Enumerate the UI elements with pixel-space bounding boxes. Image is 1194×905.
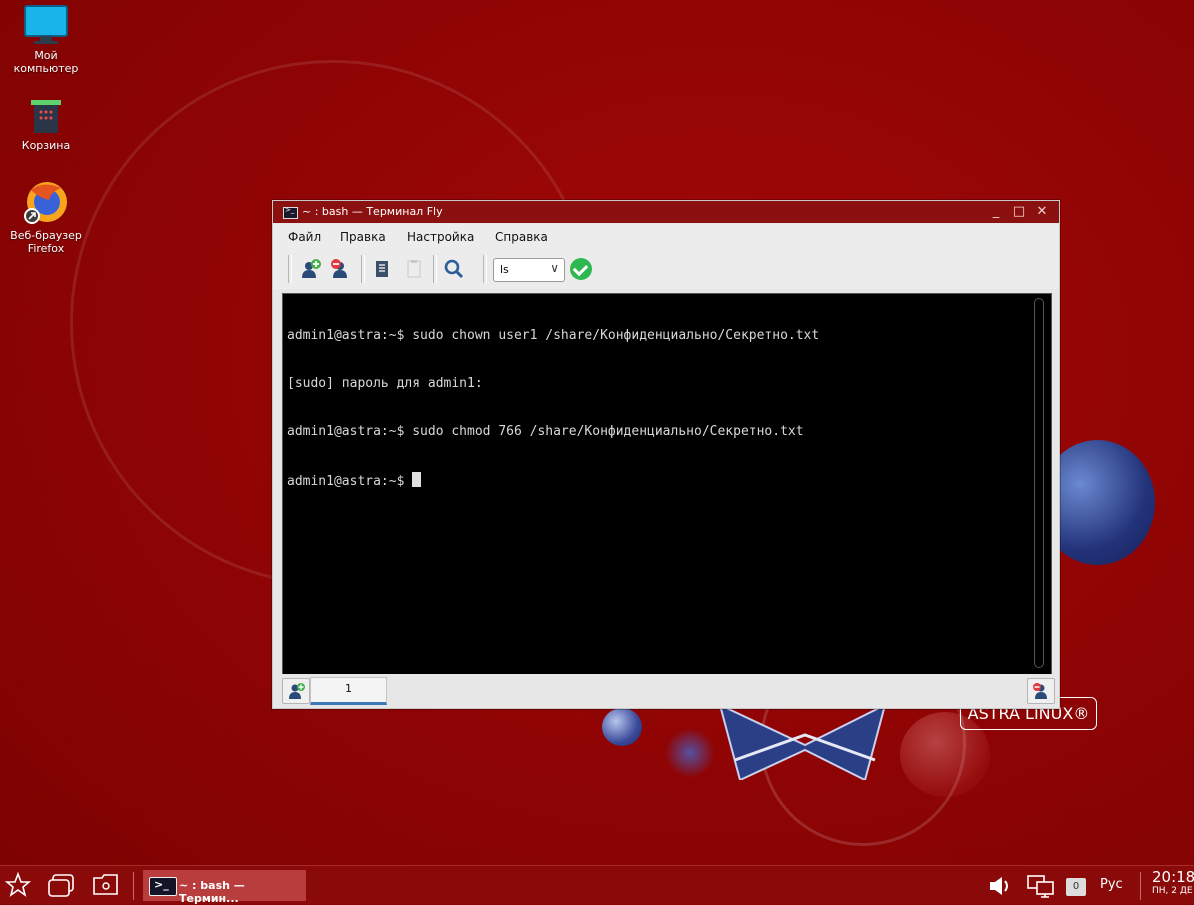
command-combo[interactable]: ls ∨ [493,258,565,282]
tab-session-1[interactable]: 1 [310,677,387,705]
new-session-icon[interactable] [300,258,322,280]
window-titlebar[interactable]: ~ : bash — Терминал Fly _ □ ✕ [273,201,1059,223]
terminal-output[interactable]: admin1@astra:~$ sudo chown user1 /share/… [282,293,1052,675]
terminal-cursor [412,472,422,487]
window-title: ~ : bash — Терминал Fly [302,205,443,218]
terminal-app-icon [149,877,177,896]
desktop-icon-my-computer[interactable]: Мой компьютер [1,4,91,75]
clock-date: ПН, 2 ДЕ [1152,886,1193,896]
monitor-icon [24,5,68,44]
maximize-button[interactable]: □ [1012,204,1026,219]
taskbar-task-label: ~ : bash — Термин... [179,879,245,905]
search-icon[interactable] [443,258,465,280]
terminal-window[interactable]: ~ : bash — Терминал Fly _ □ ✕ Файл Правк… [272,200,1060,709]
desktop-icon-trash[interactable]: Корзина [1,98,91,152]
clock-time[interactable]: 20:18 [1152,870,1194,885]
wallpaper-sphere-glow [665,728,715,778]
command-combo-value: ls [500,263,509,276]
copy-icon[interactable] [371,258,393,280]
close-button[interactable]: ✕ [1035,204,1049,219]
taskbar-separator [1140,872,1141,900]
desktop-icon-label: Корзина [21,139,71,152]
desktop-icon-firefox[interactable]: Веб-браузер Firefox [1,178,91,255]
terminal-line: [sudo] пароль для admin1: [287,376,483,391]
network-icon[interactable] [1026,873,1056,899]
menubar: Файл Правка Настройка Справка [273,224,1059,249]
desktop-icon-label: Мой [34,49,58,62]
show-desktop-icon[interactable] [91,872,121,898]
wallpaper-crystal [718,705,887,780]
notification-badge[interactable]: 0 [1066,878,1086,896]
volume-icon[interactable] [988,875,1012,897]
session-tabbar: 1 [273,674,1059,707]
toolbar-separator [433,255,437,283]
taskbar: ~ : bash — Термин... 0 Рус 20:18 ПН, 2 Д… [0,865,1194,905]
terminal-prompt: admin1@astra:~$ [287,474,413,489]
desktop-icon-label: Firefox [27,242,65,255]
desktop-icon-label: компьютер [13,62,79,75]
close-tab-button[interactable] [1027,678,1055,704]
taskbar-task-terminal[interactable]: ~ : bash — Термин... [143,870,306,905]
menu-file[interactable]: Файл [288,230,321,244]
menu-help[interactable]: Справка [495,230,548,244]
terminal-app-icon [283,206,298,219]
toolbar-separator [483,255,487,283]
keyboard-layout-indicator[interactable]: Рус [1100,877,1123,892]
toolbar-separator [288,255,292,283]
menu-edit[interactable]: Правка [340,230,386,244]
close-session-icon[interactable] [329,258,351,280]
firefox-icon [24,182,67,224]
new-tab-button[interactable] [282,678,310,704]
terminal-scrollbar[interactable] [1034,298,1044,668]
wallpaper-sphere-small [602,708,642,746]
terminal-line: admin1@astra:~$ sudo chown user1 /share/… [287,328,820,343]
toolbar: ls ∨ [273,249,1059,289]
window-switcher-icon[interactable] [47,872,77,898]
paste-icon[interactable] [403,258,425,280]
desktop-icon-label: Веб-браузер [10,229,82,242]
start-menu-star-icon[interactable] [5,872,31,898]
toolbar-separator [361,255,365,283]
run-icon[interactable] [570,258,592,280]
menu-settings[interactable]: Настройка [407,230,474,244]
taskbar-separator [133,872,134,900]
minimize-button[interactable]: _ [989,204,1003,219]
chevron-down-icon: ∨ [550,261,559,275]
trash-icon [31,100,61,133]
terminal-line: admin1@astra:~$ sudo chmod 766 /share/Ко… [287,424,804,439]
